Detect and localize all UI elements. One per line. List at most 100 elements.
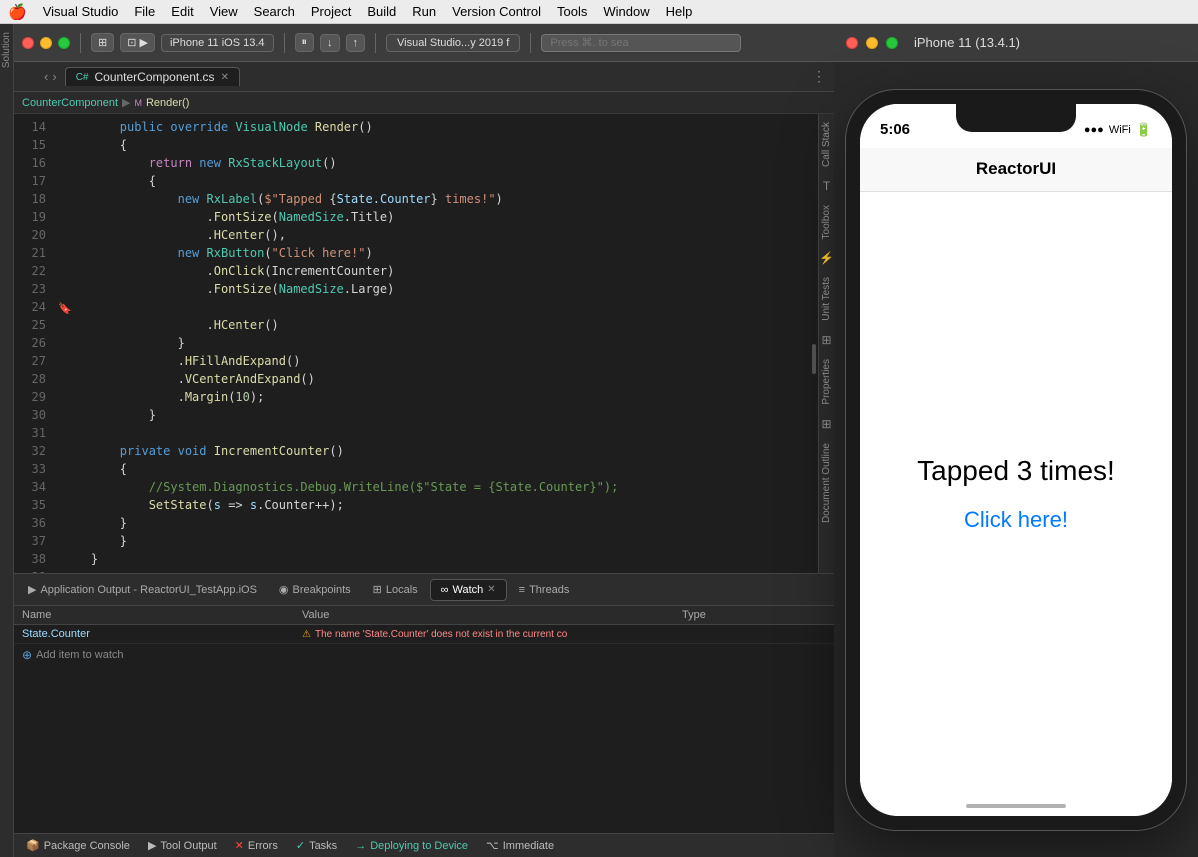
tab-breakpoints[interactable]: ◉ Breakpoints — [269, 579, 361, 600]
ide-panel: ⊞ ⊡ ▶ iPhone 11 iOS 13.4 ⏸ ↓ ↑ Visual St… — [14, 24, 834, 857]
layout-toggle-button[interactable]: ⊞ — [91, 33, 114, 52]
code-editor-area: 1415161718 1920212223 2425262728 2930313… — [14, 114, 834, 573]
toolbox-label[interactable]: Toolbox — [819, 197, 834, 247]
code-line-35: SetState(s => s.Counter++); — [54, 496, 818, 514]
status-tool-output[interactable]: ▶ Tool Output — [140, 837, 225, 854]
code-line-39 — [54, 568, 818, 573]
breadcrumb-icon: M — [134, 98, 142, 108]
battery-icon: 🔋 — [1136, 122, 1152, 138]
code-content[interactable]: public override VisualNode Render() { re… — [54, 114, 818, 573]
package-console-label: Package Console — [44, 840, 130, 852]
breadcrumb: CounterComponent ▶ M Render() — [14, 92, 834, 114]
menubar-visual-studio[interactable]: Visual Studio — [43, 4, 119, 19]
breakpoints-label: Breakpoints — [293, 584, 351, 596]
window-minimize-button[interactable] — [40, 37, 52, 49]
code-line-29: .Margin(10); — [54, 388, 818, 406]
menubar-tools[interactable]: Tools — [557, 4, 587, 19]
menubar-version-control[interactable]: Version Control — [452, 4, 541, 19]
step-in-button[interactable]: ↓ — [320, 34, 340, 52]
breakpoints-icon: ◉ — [279, 583, 289, 596]
code-area: 1415161718 1920212223 2425262728 2930313… — [14, 114, 818, 573]
properties-label[interactable]: Properties — [819, 351, 834, 413]
tasks-icon: ✓ — [296, 839, 305, 852]
iphone-body[interactable]: Tapped 3 times! Click here! — [860, 192, 1172, 796]
unit-tests-label[interactable]: Unit Tests — [819, 269, 834, 329]
tab-app-output[interactable]: ▶ Application Output - ReactorUI_TestApp… — [18, 579, 267, 600]
sim-minimize-button[interactable] — [866, 37, 878, 49]
menubar-window[interactable]: Window — [603, 4, 649, 19]
menubar-project[interactable]: Project — [311, 4, 351, 19]
home-bar — [966, 804, 1066, 808]
watch-tab-close[interactable]: ✕ — [487, 584, 495, 595]
menubar-build[interactable]: Build — [367, 4, 396, 19]
breadcrumb-method[interactable]: Render() — [146, 97, 189, 109]
toolbar-separator-2 — [284, 33, 285, 53]
window-maximize-button[interactable] — [58, 37, 70, 49]
threads-label: Threads — [529, 584, 569, 596]
menubar-help[interactable]: Help — [666, 4, 693, 19]
pause-button[interactable]: ⏸ — [295, 33, 315, 52]
status-deploying[interactable]: → Deploying to Device — [347, 838, 476, 854]
code-line-25: .HCenter() — [54, 316, 818, 334]
code-line-17: { — [54, 172, 818, 190]
add-watch-item[interactable]: ⊕ Add item to watch — [14, 644, 834, 666]
watch-icon: ∞ — [441, 584, 449, 596]
iphone-screen[interactable]: 5:06 ●●● WiFi 🔋 ReactorUI Tapped 3 times… — [860, 104, 1172, 816]
breadcrumb-class[interactable]: CounterComponent — [22, 97, 118, 109]
tab-close-button[interactable]: ✕ — [221, 72, 229, 83]
watch-label: Watch — [452, 584, 483, 596]
watch-error-text: The name 'State.Counter' does not exist … — [315, 629, 567, 640]
warning-icon: ⚠ — [302, 629, 311, 640]
tab-back-button[interactable]: ‹ — [44, 69, 48, 84]
click-here-button[interactable]: Click here! — [964, 507, 1068, 533]
window-close-button[interactable] — [22, 37, 34, 49]
col-name-header: Name — [14, 609, 294, 621]
document-outline-label[interactable]: Document Outline — [819, 435, 834, 531]
status-errors[interactable]: ✕ Errors — [227, 837, 286, 854]
signal-icon: ●●● — [1084, 124, 1104, 136]
toolbar: ⊞ ⊡ ▶ iPhone 11 iOS 13.4 ⏸ ↓ ↑ Visual St… — [14, 24, 834, 62]
file-icon: C# — [76, 72, 89, 83]
right-side-panel: Call Stack T Toolbox ⚡ Unit Tests ⊞ Prop… — [818, 114, 834, 573]
tab-locals[interactable]: ⊞ Locals — [363, 579, 428, 600]
code-line-20: .HCenter(), — [54, 226, 818, 244]
code-line-16: return new RxStackLayout() — [54, 154, 818, 172]
status-package-console[interactable]: 📦 Package Console — [18, 837, 138, 854]
deploying-icon: → — [355, 840, 366, 852]
package-console-icon: 📦 — [26, 839, 40, 852]
menubar-run[interactable]: Run — [412, 4, 436, 19]
active-tab[interactable]: C# CounterComponent.cs ✕ — [65, 67, 240, 86]
code-line-32: private void IncrementCounter() — [54, 442, 818, 460]
apple-menu[interactable]: 🍎 — [8, 3, 27, 21]
tab-options-button[interactable]: ⋮ — [812, 68, 826, 85]
toolbar-separator-4 — [530, 33, 531, 53]
bottom-tabs: ▶ Application Output - ReactorUI_TestApp… — [14, 574, 834, 606]
app-output-label: Application Output - ReactorUI_TestApp.i… — [40, 584, 256, 596]
code-line-33: { — [54, 460, 818, 478]
wifi-icon: WiFi — [1109, 124, 1131, 136]
menubar-file[interactable]: File — [134, 4, 155, 19]
call-stack-label[interactable]: Call Stack — [819, 114, 834, 175]
app-output-icon: ▶ — [28, 583, 36, 596]
add-item-label: Add item to watch — [36, 649, 123, 661]
tab-nav: ‹ › — [44, 69, 57, 84]
tab-watch[interactable]: ∞ Watch ✕ — [430, 579, 507, 601]
status-tasks[interactable]: ✓ Tasks — [288, 837, 345, 854]
search-input[interactable] — [541, 34, 741, 52]
device-selector[interactable]: iPhone 11 iOS 13.4 — [161, 34, 274, 52]
sim-close-button[interactable] — [846, 37, 858, 49]
menubar-search[interactable]: Search — [254, 4, 295, 19]
tab-forward-button[interactable]: › — [52, 69, 56, 84]
layout-toggle-button-2[interactable]: ⊡ ▶ — [120, 33, 155, 52]
breakpoint-icon: 🔖 — [58, 300, 72, 318]
step-out-button[interactable]: ↑ — [346, 34, 366, 52]
tapped-text: Tapped 3 times! — [917, 455, 1115, 487]
tab-bar: ‹ › C# CounterComponent.cs ✕ ⋮ — [14, 62, 834, 92]
tab-threads[interactable]: ≡ Threads — [509, 580, 580, 600]
status-immediate[interactable]: ⌥ Immediate — [478, 837, 562, 854]
sim-maximize-button[interactable] — [886, 37, 898, 49]
menubar-view[interactable]: View — [210, 4, 238, 19]
toolbar-separator-3 — [375, 33, 376, 53]
menubar-edit[interactable]: Edit — [171, 4, 193, 19]
solution-label[interactable]: Solution — [0, 24, 14, 76]
